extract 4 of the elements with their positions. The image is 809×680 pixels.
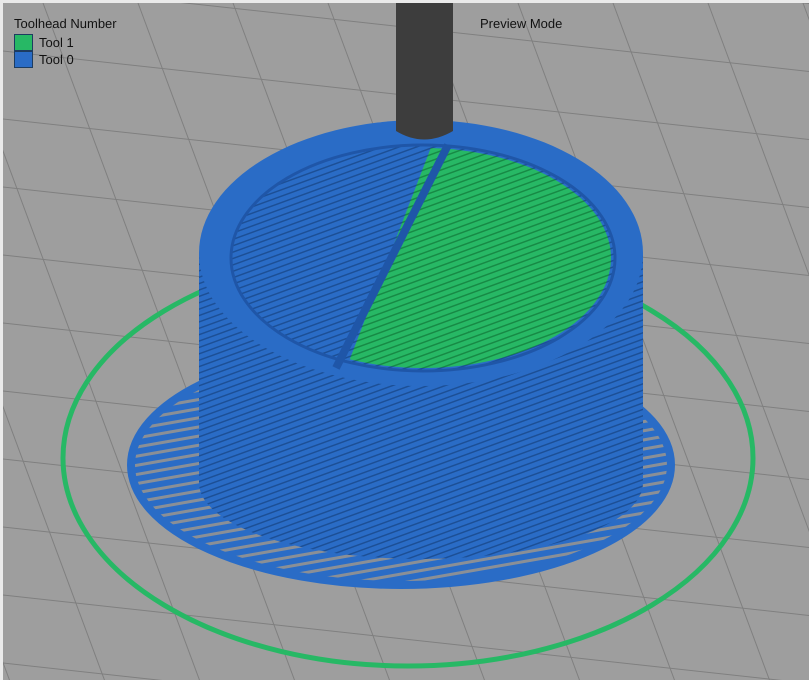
legend-label: Tool 1	[39, 35, 74, 50]
preview-mode-label: Preview Mode	[480, 16, 562, 31]
legend-title: Toolhead Number	[14, 16, 117, 31]
legend-label: Tool 0	[39, 52, 74, 67]
